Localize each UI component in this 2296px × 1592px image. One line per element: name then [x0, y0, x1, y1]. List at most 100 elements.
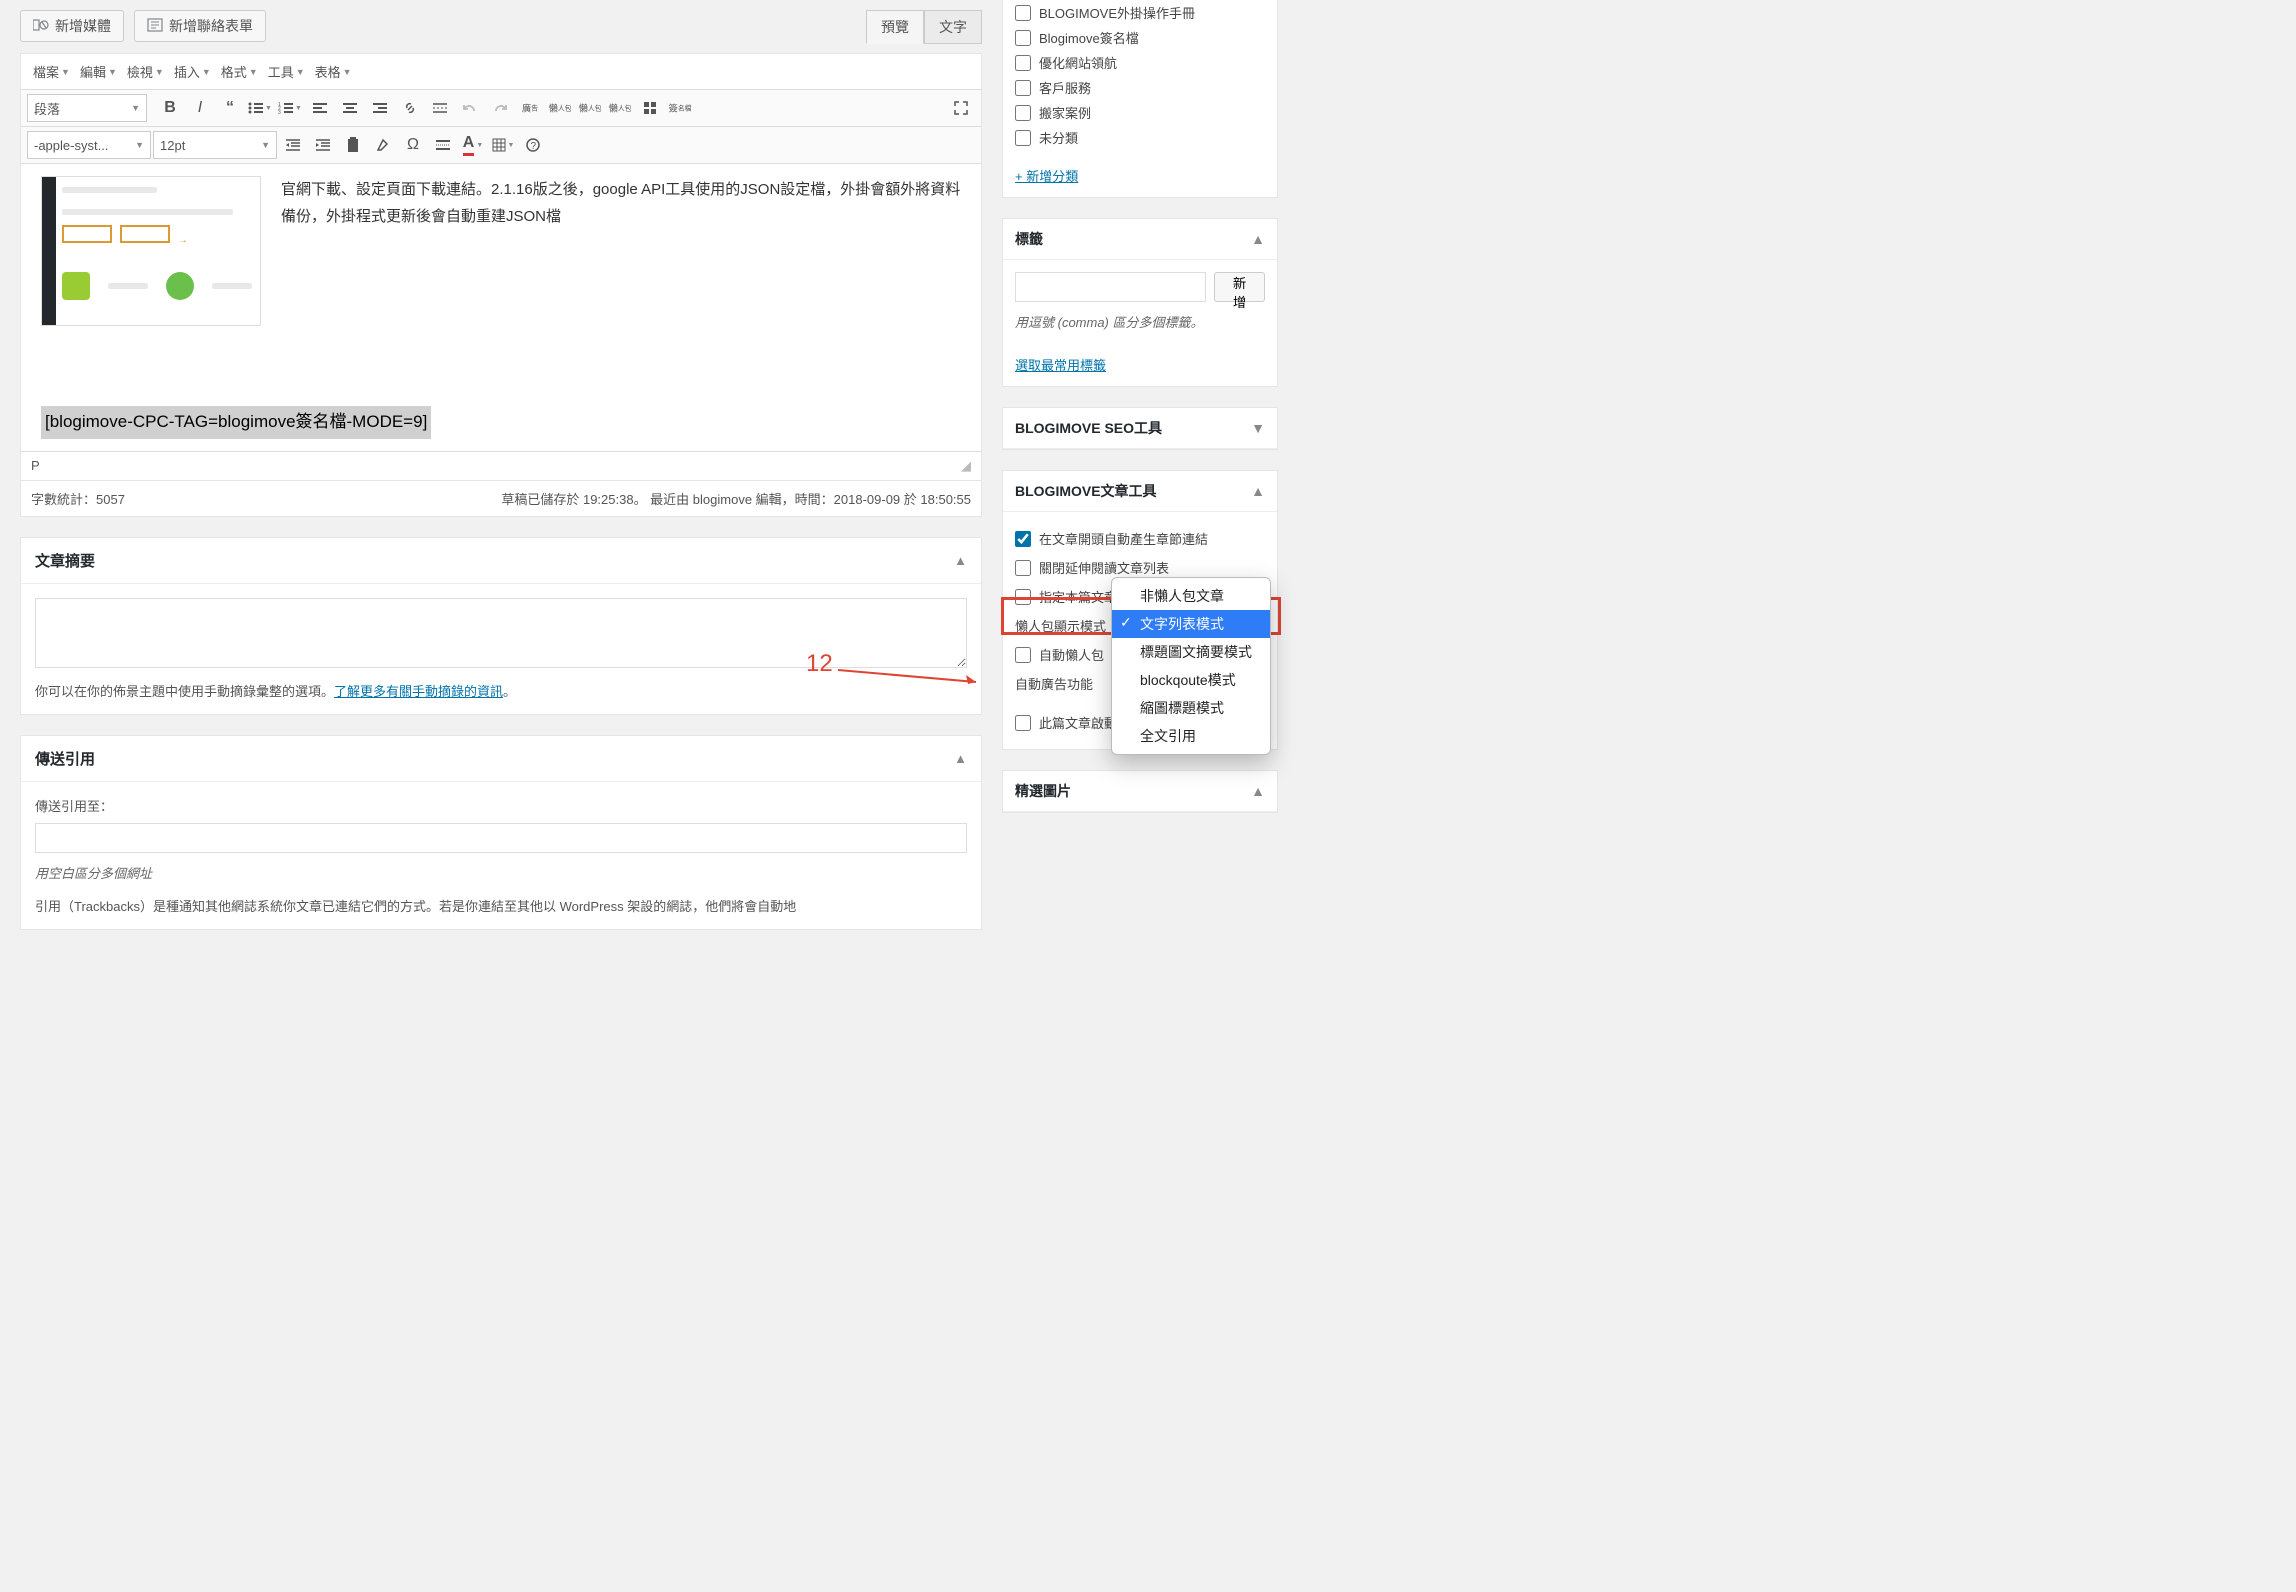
toggle-icon: ▲ [1251, 783, 1265, 799]
menu-view[interactable]: 檢視▼ [123, 56, 168, 87]
category-item[interactable]: 客戶服務 [1015, 75, 1265, 100]
sign-button[interactable]: 簽名檔 [668, 96, 692, 120]
menu-edit[interactable]: 編輯▼ [76, 56, 121, 87]
trackback-input[interactable] [35, 823, 967, 853]
save-status: 草稿已儲存於 19:25:38。 最近由 blogimove 編輯，時間：201… [501, 489, 971, 508]
editor-statusbar: P ◢ [21, 451, 981, 480]
undo-button[interactable] [456, 94, 484, 122]
menu-insert[interactable]: 插入▼ [170, 56, 215, 87]
article-tools-toggle[interactable]: BLOGIMOVE文章工具▲ [1003, 471, 1277, 512]
dropdown-option[interactable]: blockqoute模式 [1112, 666, 1270, 694]
lazy-mode-dropdown[interactable]: 非懶人包文章 文字列表模式 標題圖文摘要模式 blockqoute模式 縮圖標題… [1111, 577, 1271, 755]
popular-tags-link[interactable]: 選取最常用標籤 [1015, 358, 1106, 373]
category-item[interactable]: BLOGIMOVE外掛操作手冊 [1015, 0, 1265, 25]
add-media-button[interactable]: 新增媒體 [20, 10, 124, 42]
paste-button[interactable] [339, 131, 367, 159]
align-right-button[interactable] [366, 94, 394, 122]
category-item[interactable]: 優化網站領航 [1015, 50, 1265, 75]
trackback-box: 傳送引用 ▲ 傳送引用至： 用空白區分多個網址 引用（Trackbacks）是種… [20, 735, 982, 930]
editor-menubar: 檔案▼ 編輯▼ 檢視▼ 插入▼ 格式▼ 工具▼ 表格▼ [21, 54, 981, 90]
fullscreen-button[interactable] [947, 94, 975, 122]
tags-toggle[interactable]: 標籤▲ [1003, 219, 1277, 260]
caret-icon: ▼ [108, 67, 117, 77]
caret-icon: ▼ [343, 67, 352, 77]
bold-button[interactable]: B [156, 94, 184, 122]
toolbar-row-1: 段落▼ B I “ ▼ 123▼ 廣告 懶人包 懶人包 懶人包 簽名檔 [21, 90, 981, 127]
menu-file[interactable]: 檔案▼ [29, 56, 74, 87]
excerpt-textarea[interactable] [35, 598, 967, 668]
editor-text: 官網下載、設定頁面下載連結。2.1.16版之後，google API工具使用的J… [281, 176, 961, 230]
shortcode-text: [blogimove-CPC-TAG=blogimove簽名檔-MODE=9] [41, 406, 431, 439]
ol-button[interactable]: 123▼ [276, 94, 304, 122]
caret-icon: ▼ [202, 67, 211, 77]
toggle-icon: ▲ [1251, 231, 1265, 247]
toggle-icon: ▲ [1251, 483, 1265, 499]
tags-box: 標籤▲ 新增 用逗號 (comma) 區分多個標籤。 選取最常用標籤 [1002, 218, 1278, 387]
indent-button[interactable] [309, 131, 337, 159]
caret-icon: ▼ [296, 67, 305, 77]
dropdown-option[interactable]: 全文引用 [1112, 722, 1270, 750]
tab-text[interactable]: 文字 [924, 10, 982, 44]
tab-visual[interactable]: 預覽 [866, 10, 924, 44]
add-contact-form-button[interactable]: 新增聯絡表單 [134, 10, 266, 42]
link-button[interactable] [396, 94, 424, 122]
trackback-toggle[interactable]: 傳送引用 ▲ [21, 736, 981, 782]
editor-content[interactable]: → 官網下載、設定頁面下載連結。2.1.16版之後，google API工具使用… [21, 164, 981, 451]
seo-box: BLOGIMOVE SEO工具▼ [1002, 407, 1278, 450]
ul-button[interactable]: ▼ [246, 94, 274, 122]
menu-table[interactable]: 表格▼ [311, 56, 356, 87]
lazy2-button[interactable]: 懶人包 [578, 96, 602, 120]
resize-handle[interactable]: ◢ [961, 458, 971, 474]
auto-chapter-checkbox[interactable]: 在文章開頭自動產生章節連結 [1015, 524, 1265, 553]
featured-image-toggle[interactable]: 精選圖片▲ [1003, 771, 1277, 812]
toggle-icon: ▲ [954, 553, 967, 568]
redo-button[interactable] [486, 94, 514, 122]
font-select[interactable]: -apple-syst...▼ [27, 131, 151, 159]
caret-icon: ▼ [261, 140, 270, 150]
align-center-button[interactable] [336, 94, 364, 122]
align-left-button[interactable] [306, 94, 334, 122]
lazy3-button[interactable]: 懶人包 [608, 96, 632, 120]
clear-format-button[interactable] [369, 131, 397, 159]
ad-button[interactable]: 廣告 [518, 96, 542, 120]
excerpt-toggle[interactable]: 文章摘要 ▲ [21, 538, 981, 584]
hr-button[interactable] [429, 131, 457, 159]
text-color-button[interactable]: A▼ [459, 131, 487, 159]
blockquote-button[interactable]: “ [216, 94, 244, 122]
toggle-icon: ▲ [954, 751, 967, 766]
menu-format[interactable]: 格式▼ [217, 56, 262, 87]
fontsize-select[interactable]: 12pt▼ [153, 131, 277, 159]
italic-button[interactable]: I [186, 94, 214, 122]
category-item[interactable]: 未分類 [1015, 125, 1265, 150]
dropdown-option[interactable]: 非懶人包文章 [1112, 582, 1270, 610]
more-button[interactable] [426, 94, 454, 122]
tag-input[interactable] [1015, 272, 1206, 302]
dropdown-option[interactable]: 縮圖標題模式 [1112, 694, 1270, 722]
lazy1-button[interactable]: 懶人包 [548, 96, 572, 120]
excerpt-box: 文章摘要 ▲ 你可以在你的佈景主題中使用手動摘錄彙整的選項。了解更多有關手動摘錄… [20, 537, 982, 715]
menu-tools[interactable]: 工具▼ [264, 56, 309, 87]
special-char-button[interactable]: Ω [399, 131, 427, 159]
dropdown-option[interactable]: 標題圖文摘要模式 [1112, 638, 1270, 666]
category-item[interactable]: 搬家案例 [1015, 100, 1265, 125]
editor-image[interactable]: → [41, 176, 261, 326]
add-tag-button[interactable]: 新增 [1214, 272, 1265, 302]
toggle-icon: ▼ [1251, 420, 1265, 436]
caret-icon: ▼ [249, 67, 258, 77]
excerpt-help-link[interactable]: 了解更多有關手動摘錄的資訊 [334, 684, 503, 699]
element-path[interactable]: P [31, 458, 40, 474]
media-icon [33, 18, 49, 35]
format-select[interactable]: 段落▼ [27, 94, 147, 122]
caret-icon: ▼ [135, 140, 144, 150]
help-button[interactable]: ? [519, 131, 547, 159]
category-item[interactable]: Blogimove簽名檔 [1015, 25, 1265, 50]
dropdown-option-selected[interactable]: 文字列表模式 [1112, 610, 1270, 638]
featured-image-box: 精選圖片▲ [1002, 770, 1278, 813]
add-category-link[interactable]: + 新增分類 [1003, 154, 1277, 197]
grid-button[interactable] [636, 94, 664, 122]
caret-icon: ▼ [61, 67, 70, 77]
table-button[interactable]: ▼ [489, 131, 517, 159]
seo-toggle[interactable]: BLOGIMOVE SEO工具▼ [1003, 408, 1277, 449]
outdent-button[interactable] [279, 131, 307, 159]
svg-text:3: 3 [278, 110, 281, 115]
